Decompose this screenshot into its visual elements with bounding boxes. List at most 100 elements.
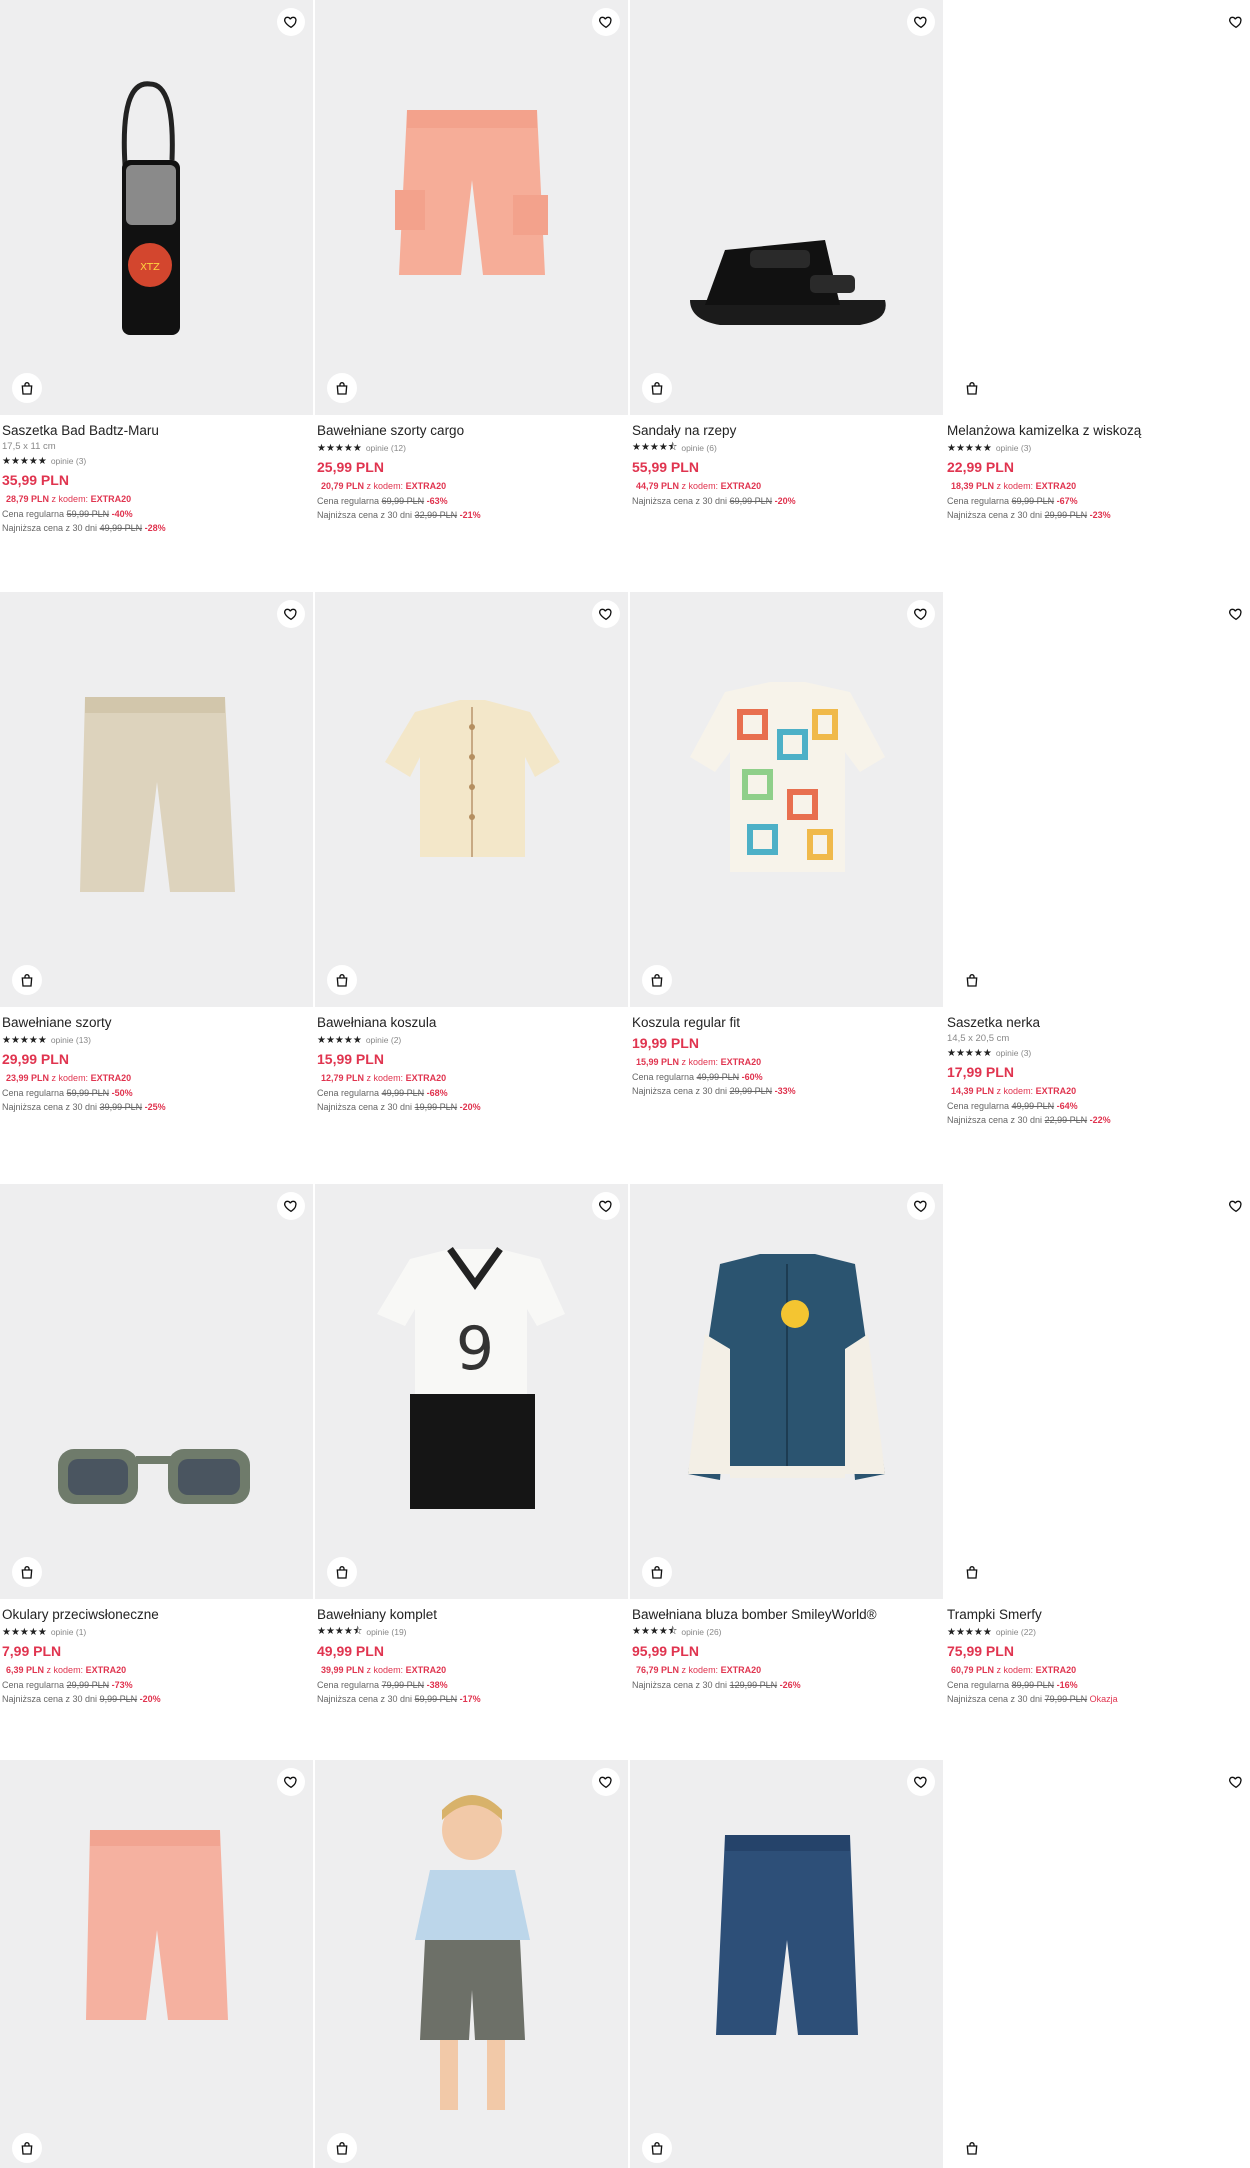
product-card[interactable]: Trampki Smerfy ★★★★★ opinie (22) 75,99 P…: [945, 1184, 1250, 1706]
product-image[interactable]: [945, 1760, 1250, 2168]
product-image[interactable]: [315, 0, 628, 415]
add-to-cart-button[interactable]: [327, 373, 357, 403]
code-label: z kodem:: [996, 1665, 1034, 1675]
product-name[interactable]: Sandały na rzepy: [632, 422, 941, 440]
regular-discount: -68%: [426, 1088, 448, 1098]
product-image[interactable]: 9: [315, 1184, 628, 1599]
product-image[interactable]: [630, 592, 943, 1007]
product-image[interactable]: [630, 1760, 943, 2168]
add-to-cart-button[interactable]: [12, 373, 42, 403]
add-to-cart-button[interactable]: [642, 965, 672, 995]
add-to-cart-button[interactable]: [327, 2133, 357, 2163]
add-to-cart-button[interactable]: [642, 373, 672, 403]
add-to-favorites-button[interactable]: [1222, 8, 1250, 36]
product-image[interactable]: [0, 592, 313, 1007]
product-image[interactable]: [0, 1760, 313, 2168]
product-photo: [0, 1184, 313, 1599]
heart-outline-icon: [599, 1776, 612, 1789]
rating-stars: ★★★★★: [2, 1034, 47, 1046]
product-image[interactable]: [0, 1184, 313, 1599]
shopping-bag-icon: [651, 2142, 663, 2155]
reviews-count: opinie (6): [681, 443, 717, 453]
add-to-favorites-button[interactable]: [592, 8, 620, 36]
product-image[interactable]: [630, 0, 943, 415]
promo-price: 18,39 PLN: [951, 481, 995, 491]
product-card[interactable]: Melanżowa kamizelka z wiskozą ★★★★★ opin…: [945, 0, 1250, 522]
shopping-bag-icon: [336, 2142, 348, 2155]
add-to-cart-button[interactable]: [957, 2133, 987, 2163]
heart-outline-icon: [599, 16, 612, 29]
product-image[interactable]: [630, 1184, 943, 1599]
promo-price: 14,39 PLN: [951, 1086, 995, 1096]
add-to-cart-button[interactable]: [642, 1557, 672, 1587]
product-name[interactable]: Bawełniane szorty cargo: [317, 422, 626, 440]
add-to-cart-button[interactable]: [12, 965, 42, 995]
add-to-favorites-button[interactable]: [907, 600, 935, 628]
shopping-bag-icon: [966, 1566, 978, 1579]
product-image[interactable]: [945, 0, 1250, 415]
product-card[interactable]: [0, 1760, 313, 2168]
product-image[interactable]: [315, 1760, 628, 2168]
add-to-cart-button[interactable]: [957, 1557, 987, 1587]
product-card[interactable]: Bawełniana bluza bomber SmileyWorld® ★★★…: [630, 1184, 943, 1692]
product-card[interactable]: Okulary przeciwsłoneczne ★★★★★ opinie (1…: [0, 1184, 313, 1706]
add-to-cart-button[interactable]: [12, 1557, 42, 1587]
product-image[interactable]: [315, 592, 628, 1007]
heart-outline-icon: [599, 608, 612, 621]
product-card[interactable]: Saszetka nerka 14,5 x 20,5 cm ★★★★★ opin…: [945, 592, 1250, 1127]
add-to-cart-button[interactable]: [12, 2133, 42, 2163]
add-to-favorites-button[interactable]: [277, 8, 305, 36]
product-photo: [0, 1760, 313, 2168]
lowest-price-line: Najniższa cena z 30 dni 29,99 PLN -33%: [632, 1085, 941, 1098]
shopping-bag-icon: [966, 974, 978, 987]
product-card[interactable]: Bawełniana koszula ★★★★★ opinie (2) 15,9…: [315, 592, 628, 1114]
product-name[interactable]: Saszetka Bad Badtz-Maru: [2, 422, 311, 440]
add-to-favorites-button[interactable]: [277, 1192, 305, 1220]
promo-code-price: 44,79 PLN z kodem: EXTRA20: [632, 479, 941, 494]
add-to-favorites-button[interactable]: [277, 1768, 305, 1796]
product-name[interactable]: Melanżowa kamizelka z wiskozą: [947, 422, 1250, 440]
add-to-favorites-button[interactable]: [277, 600, 305, 628]
product-name[interactable]: Bawełniany komplet: [317, 1606, 626, 1624]
add-to-favorites-button[interactable]: [592, 1768, 620, 1796]
promo-code-price: 76,79 PLN z kodem: EXTRA20: [632, 1663, 941, 1678]
product-name[interactable]: Saszetka nerka: [947, 1014, 1250, 1032]
product-image[interactable]: [945, 1184, 1250, 1599]
add-to-favorites-button[interactable]: [1222, 1768, 1250, 1796]
lowest-price-label: Najniższa cena z 30 dni: [632, 1086, 728, 1096]
add-to-favorites-button[interactable]: [1222, 1192, 1250, 1220]
product-card[interactable]: [315, 1760, 628, 2168]
add-to-cart-button[interactable]: [957, 965, 987, 995]
product-image[interactable]: XTZ: [0, 0, 313, 415]
product-name[interactable]: Okulary przeciwsłoneczne: [2, 1606, 311, 1624]
product-image[interactable]: [945, 592, 1250, 1007]
add-to-cart-button[interactable]: [957, 373, 987, 403]
product-card[interactable]: Bawełniane szorty cargo ★★★★★ opinie (12…: [315, 0, 628, 522]
lowest-discount: -22%: [1089, 1115, 1111, 1125]
product-card[interactable]: XTZ Saszetka Bad Badtz-Maru 17,5 x 11 cm…: [0, 0, 313, 535]
add-to-favorites-button[interactable]: [1222, 600, 1250, 628]
regular-discount: -60%: [741, 1072, 763, 1082]
product-name[interactable]: Bawełniane szorty: [2, 1014, 311, 1032]
product-card[interactable]: Bawełniane szorty ★★★★★ opinie (13) 29,9…: [0, 592, 313, 1114]
product-card[interactable]: 9 Bawełniany komplet ★★★★⯪ opinie (19) 4…: [315, 1184, 628, 1706]
product-card[interactable]: [945, 1760, 1250, 2168]
product-card[interactable]: Koszula regular fit 19,99 PLN 15,99 PLN …: [630, 592, 943, 1098]
product-name[interactable]: Bawełniana bluza bomber SmileyWorld®: [632, 1606, 941, 1624]
add-to-favorites-button[interactable]: [907, 1768, 935, 1796]
add-to-favorites-button[interactable]: [592, 600, 620, 628]
add-to-cart-button[interactable]: [327, 965, 357, 995]
product-card[interactable]: Sandały na rzepy ★★★★⯪ opinie (6) 55,99 …: [630, 0, 943, 508]
product-name[interactable]: Trampki Smerfy: [947, 1606, 1250, 1624]
heart-outline-icon: [1229, 16, 1242, 29]
product-name[interactable]: Koszula regular fit: [632, 1014, 941, 1032]
add-to-favorites-button[interactable]: [907, 1192, 935, 1220]
regular-price-label: Cena regularna: [947, 1680, 1010, 1690]
add-to-favorites-button[interactable]: [907, 8, 935, 36]
add-to-cart-button[interactable]: [642, 2133, 672, 2163]
add-to-cart-button[interactable]: [327, 1557, 357, 1587]
lowest-price-line: Najniższa cena z 30 dni 39,99 PLN -25%: [2, 1101, 311, 1114]
add-to-favorites-button[interactable]: [592, 1192, 620, 1220]
product-name[interactable]: Bawełniana koszula: [317, 1014, 626, 1032]
product-card[interactable]: [630, 1760, 943, 2168]
